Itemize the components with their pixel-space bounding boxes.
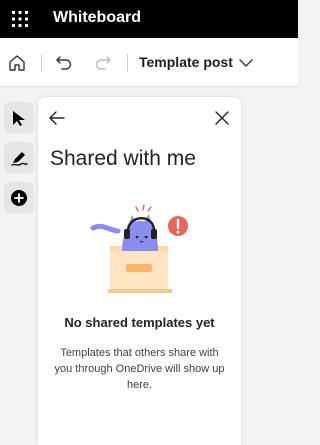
document-menu-chevron[interactable] xyxy=(238,56,254,75)
chevron-down-icon xyxy=(239,59,253,67)
home-button[interactable] xyxy=(4,50,30,76)
pen-tool-button[interactable] xyxy=(4,142,34,174)
document-title[interactable]: Template post xyxy=(139,54,233,70)
toolbar-divider xyxy=(41,54,42,72)
shared-templates-panel: Shared with me No shared templates yet T… xyxy=(38,97,241,445)
panel-title: Shared with me xyxy=(50,147,196,170)
app-title: Whiteboard xyxy=(53,9,141,26)
arrow-left-icon xyxy=(49,111,65,125)
plus-circle-icon xyxy=(11,190,27,206)
top-toolbar: Template post xyxy=(0,38,298,87)
app-launcher-icon[interactable] xyxy=(10,9,30,29)
empty-state-title: No shared templates yet xyxy=(64,315,215,330)
pen-icon xyxy=(11,152,28,166)
add-tool-button[interactable] xyxy=(4,182,34,214)
tool-rail xyxy=(0,98,38,445)
cursor-arrow-icon xyxy=(13,111,25,126)
home-icon xyxy=(9,55,25,71)
redo-button[interactable] xyxy=(90,50,116,76)
empty-state-description: Templates that others share with you thr… xyxy=(54,347,225,391)
toolbar-divider xyxy=(127,54,128,72)
undo-button[interactable] xyxy=(51,50,77,76)
close-button[interactable] xyxy=(211,107,233,129)
close-icon xyxy=(215,111,229,125)
redo-icon xyxy=(95,56,111,70)
undo-icon xyxy=(56,56,72,70)
select-tool-button[interactable] xyxy=(4,102,34,134)
title-bar: Whiteboard xyxy=(0,0,298,38)
back-button[interactable] xyxy=(46,107,68,129)
empty-state-illustration xyxy=(88,201,198,301)
